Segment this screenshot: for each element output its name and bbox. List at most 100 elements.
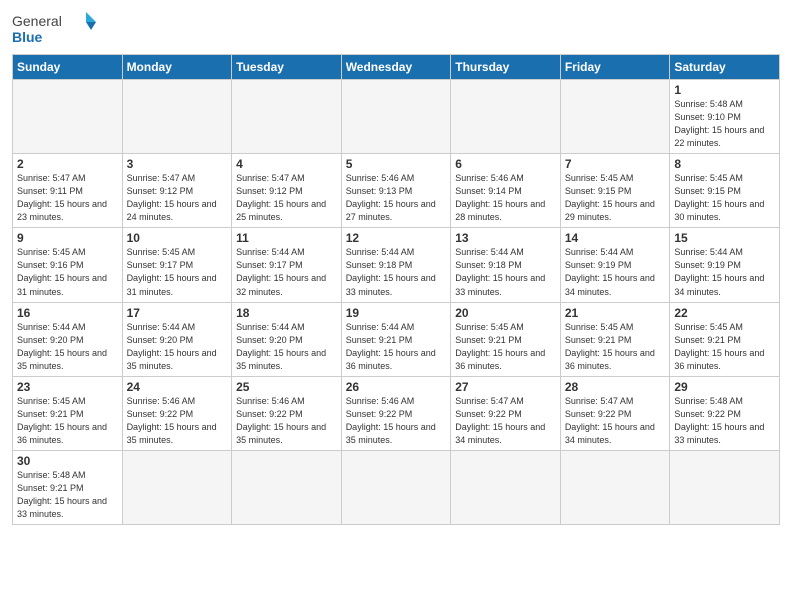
day-info: Sunrise: 5:45 AM Sunset: 9:21 PM Dayligh… [674, 321, 775, 373]
header: General Blue [12, 10, 780, 50]
calendar-day-cell: 13Sunrise: 5:44 AM Sunset: 9:18 PM Dayli… [451, 228, 561, 302]
day-number: 17 [127, 306, 228, 320]
day-info: Sunrise: 5:44 AM Sunset: 9:20 PM Dayligh… [17, 321, 118, 373]
calendar-day-cell: 22Sunrise: 5:45 AM Sunset: 9:21 PM Dayli… [670, 302, 780, 376]
weekday-header-row: Sunday Monday Tuesday Wednesday Thursday… [13, 55, 780, 80]
calendar-week-row: 30Sunrise: 5:48 AM Sunset: 9:21 PM Dayli… [13, 450, 780, 524]
day-info: Sunrise: 5:47 AM Sunset: 9:12 PM Dayligh… [127, 172, 228, 224]
calendar-day-cell: 11Sunrise: 5:44 AM Sunset: 9:17 PM Dayli… [232, 228, 342, 302]
calendar-day-cell: 6Sunrise: 5:46 AM Sunset: 9:14 PM Daylig… [451, 154, 561, 228]
day-info: Sunrise: 5:46 AM Sunset: 9:22 PM Dayligh… [127, 395, 228, 447]
day-number: 30 [17, 454, 118, 468]
day-info: Sunrise: 5:45 AM Sunset: 9:16 PM Dayligh… [17, 246, 118, 298]
calendar-day-cell [560, 80, 670, 154]
day-number: 3 [127, 157, 228, 171]
calendar-day-cell [560, 450, 670, 524]
day-info: Sunrise: 5:45 AM Sunset: 9:15 PM Dayligh… [674, 172, 775, 224]
day-number: 9 [17, 231, 118, 245]
header-thursday: Thursday [451, 55, 561, 80]
day-number: 15 [674, 231, 775, 245]
day-number: 28 [565, 380, 666, 394]
day-number: 21 [565, 306, 666, 320]
day-number: 20 [455, 306, 556, 320]
day-number: 22 [674, 306, 775, 320]
calendar-day-cell [670, 450, 780, 524]
day-info: Sunrise: 5:45 AM Sunset: 9:21 PM Dayligh… [455, 321, 556, 373]
calendar-day-cell: 28Sunrise: 5:47 AM Sunset: 9:22 PM Dayli… [560, 376, 670, 450]
calendar-day-cell: 14Sunrise: 5:44 AM Sunset: 9:19 PM Dayli… [560, 228, 670, 302]
day-info: Sunrise: 5:46 AM Sunset: 9:13 PM Dayligh… [346, 172, 447, 224]
day-number: 25 [236, 380, 337, 394]
calendar-day-cell: 18Sunrise: 5:44 AM Sunset: 9:20 PM Dayli… [232, 302, 342, 376]
day-number: 5 [346, 157, 447, 171]
day-number: 2 [17, 157, 118, 171]
day-info: Sunrise: 5:45 AM Sunset: 9:17 PM Dayligh… [127, 246, 228, 298]
day-info: Sunrise: 5:47 AM Sunset: 9:12 PM Dayligh… [236, 172, 337, 224]
header-friday: Friday [560, 55, 670, 80]
day-number: 13 [455, 231, 556, 245]
header-tuesday: Tuesday [232, 55, 342, 80]
day-number: 6 [455, 157, 556, 171]
svg-text:General: General [12, 13, 62, 29]
header-monday: Monday [122, 55, 232, 80]
calendar-day-cell: 19Sunrise: 5:44 AM Sunset: 9:21 PM Dayli… [341, 302, 451, 376]
day-number: 24 [127, 380, 228, 394]
day-info: Sunrise: 5:48 AM Sunset: 9:10 PM Dayligh… [674, 98, 775, 150]
day-number: 10 [127, 231, 228, 245]
day-number: 26 [346, 380, 447, 394]
calendar-day-cell: 8Sunrise: 5:45 AM Sunset: 9:15 PM Daylig… [670, 154, 780, 228]
calendar-day-cell: 7Sunrise: 5:45 AM Sunset: 9:15 PM Daylig… [560, 154, 670, 228]
calendar-day-cell: 1Sunrise: 5:48 AM Sunset: 9:10 PM Daylig… [670, 80, 780, 154]
day-number: 27 [455, 380, 556, 394]
day-info: Sunrise: 5:48 AM Sunset: 9:22 PM Dayligh… [674, 395, 775, 447]
calendar-day-cell: 24Sunrise: 5:46 AM Sunset: 9:22 PM Dayli… [122, 376, 232, 450]
day-info: Sunrise: 5:47 AM Sunset: 9:11 PM Dayligh… [17, 172, 118, 224]
calendar-day-cell: 16Sunrise: 5:44 AM Sunset: 9:20 PM Dayli… [13, 302, 123, 376]
calendar-day-cell: 17Sunrise: 5:44 AM Sunset: 9:20 PM Dayli… [122, 302, 232, 376]
calendar-week-row: 1Sunrise: 5:48 AM Sunset: 9:10 PM Daylig… [13, 80, 780, 154]
header-wednesday: Wednesday [341, 55, 451, 80]
calendar-day-cell [232, 450, 342, 524]
day-number: 23 [17, 380, 118, 394]
day-info: Sunrise: 5:47 AM Sunset: 9:22 PM Dayligh… [455, 395, 556, 447]
calendar-day-cell: 3Sunrise: 5:47 AM Sunset: 9:12 PM Daylig… [122, 154, 232, 228]
day-info: Sunrise: 5:45 AM Sunset: 9:21 PM Dayligh… [17, 395, 118, 447]
day-info: Sunrise: 5:47 AM Sunset: 9:22 PM Dayligh… [565, 395, 666, 447]
day-info: Sunrise: 5:46 AM Sunset: 9:22 PM Dayligh… [346, 395, 447, 447]
calendar-week-row: 23Sunrise: 5:45 AM Sunset: 9:21 PM Dayli… [13, 376, 780, 450]
calendar-day-cell [341, 450, 451, 524]
calendar-day-cell: 10Sunrise: 5:45 AM Sunset: 9:17 PM Dayli… [122, 228, 232, 302]
calendar-day-cell: 15Sunrise: 5:44 AM Sunset: 9:19 PM Dayli… [670, 228, 780, 302]
day-number: 8 [674, 157, 775, 171]
day-info: Sunrise: 5:44 AM Sunset: 9:18 PM Dayligh… [455, 246, 556, 298]
header-sunday: Sunday [13, 55, 123, 80]
calendar-week-row: 9Sunrise: 5:45 AM Sunset: 9:16 PM Daylig… [13, 228, 780, 302]
calendar-day-cell [122, 80, 232, 154]
generalblue-logo-icon: General Blue [12, 10, 102, 50]
day-info: Sunrise: 5:44 AM Sunset: 9:20 PM Dayligh… [127, 321, 228, 373]
day-info: Sunrise: 5:44 AM Sunset: 9:19 PM Dayligh… [674, 246, 775, 298]
day-info: Sunrise: 5:44 AM Sunset: 9:21 PM Dayligh… [346, 321, 447, 373]
calendar-day-cell: 29Sunrise: 5:48 AM Sunset: 9:22 PM Dayli… [670, 376, 780, 450]
calendar-day-cell: 9Sunrise: 5:45 AM Sunset: 9:16 PM Daylig… [13, 228, 123, 302]
day-info: Sunrise: 5:48 AM Sunset: 9:21 PM Dayligh… [17, 469, 118, 521]
calendar-week-row: 16Sunrise: 5:44 AM Sunset: 9:20 PM Dayli… [13, 302, 780, 376]
calendar-day-cell: 25Sunrise: 5:46 AM Sunset: 9:22 PM Dayli… [232, 376, 342, 450]
day-info: Sunrise: 5:44 AM Sunset: 9:19 PM Dayligh… [565, 246, 666, 298]
calendar-day-cell [122, 450, 232, 524]
day-number: 7 [565, 157, 666, 171]
day-number: 29 [674, 380, 775, 394]
header-saturday: Saturday [670, 55, 780, 80]
day-number: 1 [674, 83, 775, 97]
day-number: 19 [346, 306, 447, 320]
calendar-day-cell [341, 80, 451, 154]
calendar-day-cell: 21Sunrise: 5:45 AM Sunset: 9:21 PM Dayli… [560, 302, 670, 376]
calendar-day-cell: 5Sunrise: 5:46 AM Sunset: 9:13 PM Daylig… [341, 154, 451, 228]
svg-text:Blue: Blue [12, 29, 43, 45]
calendar-day-cell [232, 80, 342, 154]
day-number: 18 [236, 306, 337, 320]
calendar-day-cell [13, 80, 123, 154]
day-info: Sunrise: 5:46 AM Sunset: 9:14 PM Dayligh… [455, 172, 556, 224]
page: General Blue Sunday Monday Tuesday Wedne… [0, 0, 792, 535]
calendar-day-cell: 23Sunrise: 5:45 AM Sunset: 9:21 PM Dayli… [13, 376, 123, 450]
